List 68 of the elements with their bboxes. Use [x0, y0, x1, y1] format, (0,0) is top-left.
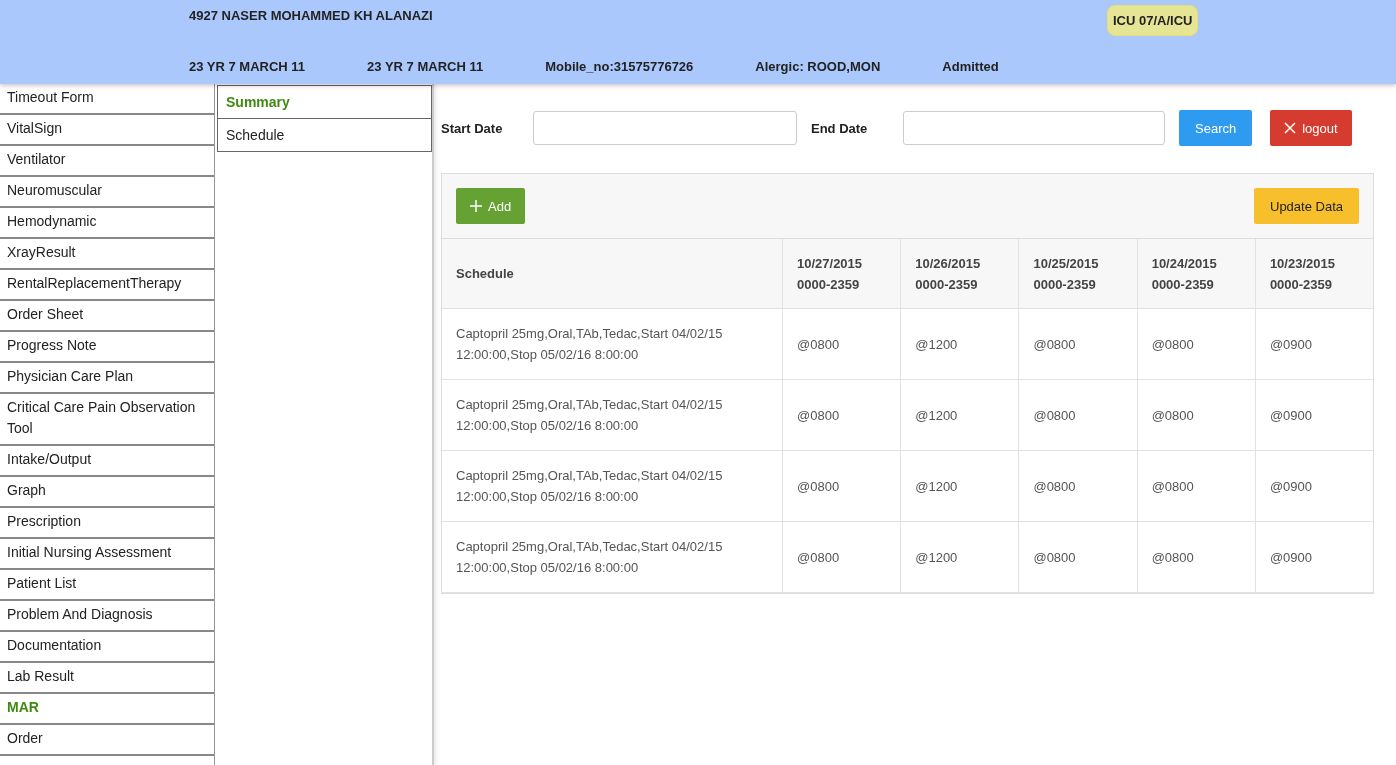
table-cell: @0800 — [1018, 308, 1138, 380]
close-icon — [1284, 122, 1297, 134]
column-header: Schedule — [442, 239, 783, 309]
table-cell: @0800 — [782, 308, 901, 380]
table-cell: @0800 — [1137, 379, 1256, 451]
column-header: 10/27/2015 0000-2359 — [782, 239, 901, 309]
end-date-field[interactable] — [903, 111, 1165, 145]
sidebar-item[interactable]: Progress Note — [0, 332, 214, 363]
table-cell: @1200 — [900, 308, 1019, 380]
table-cell: @0800 — [1018, 379, 1138, 451]
table-cell: @0900 — [1255, 450, 1373, 522]
table-cell: @0800 — [782, 521, 901, 593]
start-date-label: Start Date — [441, 120, 504, 136]
patient-detail: 23 YR 7 MARCH 11 — [189, 59, 306, 74]
sidebar-item[interactable]: Graph — [0, 477, 214, 508]
location-badge: ICU 07/A/ICU — [1107, 5, 1199, 36]
table-cell: @1200 — [900, 450, 1019, 522]
table-cell: @0800 — [1137, 308, 1256, 380]
patient-detail: Mobile_no:31575776726 — [545, 59, 694, 74]
sidebar-item[interactable]: Problem And Diagnosis — [0, 601, 214, 632]
sidebar-item[interactable]: Neuromuscular — [0, 177, 214, 208]
sidebar-item[interactable]: Hemodynamic — [0, 208, 214, 239]
sidebar-item[interactable]: MAR — [0, 694, 214, 725]
column-header: 10/25/2015 0000-2359 — [1018, 239, 1138, 309]
sidebar-item[interactable]: Physician Care Plan — [0, 363, 214, 394]
patient-detail: Alergic: ROOD,MON — [755, 59, 881, 74]
table-cell: @0900 — [1255, 308, 1373, 380]
sidebar-item[interactable]: Prescription — [0, 508, 214, 539]
sidebar-item[interactable]: Timeout Form — [0, 84, 214, 115]
sidebar-item[interactable]: Order — [0, 725, 214, 756]
table-cell: @0800 — [782, 379, 901, 451]
table-cell: @0800 — [1137, 521, 1256, 593]
table-cell: Captopril 25mg,Oral,TAb,Tedac,Start 04/02/15 12:00:00,Stop 05/02/16 8:00:00 — [442, 379, 783, 451]
logout-button[interactable]: logout — [1270, 110, 1352, 146]
patient-detail: Admitted — [942, 59, 999, 74]
sidebar-item[interactable]: VitalSign — [0, 115, 214, 146]
sidebar-item[interactable]: Lab Result — [0, 663, 214, 694]
plus-icon — [470, 200, 482, 212]
table-cell: @0800 — [1018, 450, 1138, 522]
update-data-button[interactable]: Update Data — [1254, 188, 1359, 224]
column-header: 10/24/2015 0000-2359 — [1137, 239, 1256, 309]
table-cell: Captopril 25mg,Oral,TAb,Tedac,Start 04/02/15 12:00:00,Stop 05/02/16 8:00:00 — [442, 521, 783, 593]
table-cell: @1200 — [900, 521, 1019, 593]
submenu-item[interactable]: Summary — [217, 85, 432, 119]
table-cell: @0900 — [1255, 521, 1373, 593]
sidebar-item[interactable]: Intake/Output — [0, 446, 214, 477]
patient-name: 4927 NASER MOHAMMED KH ALANAZI — [189, 8, 433, 23]
sidebar-item[interactable]: RentalReplacementTherapy — [0, 270, 214, 301]
sidebar-item[interactable]: Ventilator — [0, 146, 214, 177]
table-cell: Captopril 25mg,Oral,TAb,Tedac,Start 04/02/15 12:00:00,Stop 05/02/16 8:00:00 — [442, 450, 783, 522]
sidebar-item[interactable]: Initial Nursing Assessment — [0, 539, 214, 570]
sidebar-item[interactable]: Patient List — [0, 570, 214, 601]
table-cell: @0800 — [1137, 450, 1256, 522]
sidebar-item[interactable]: Order Sheet — [0, 301, 214, 332]
submenu-item[interactable]: Schedule — [217, 119, 432, 152]
table-cell: @0800 — [782, 450, 901, 522]
column-header: 10/23/2015 0000-2359 — [1255, 239, 1373, 309]
end-date-label: End Date — [811, 120, 869, 136]
table-cell: @1200 — [900, 379, 1019, 451]
table-cell: Captopril 25mg,Oral,TAb,Tedac,Start 04/02/15 12:00:00,Stop 05/02/16 8:00:00 — [442, 308, 783, 380]
start-date-field[interactable] — [533, 111, 797, 145]
sidebar-item[interactable]: Documentation — [0, 632, 214, 663]
table-cell: @0800 — [1018, 521, 1138, 593]
patient-detail: 23 YR 7 MARCH 11 — [367, 59, 484, 74]
sidebar-item[interactable]: Critical Care Pain Observation Tool — [0, 394, 214, 446]
table-cell: @0900 — [1255, 379, 1373, 451]
column-header: 10/26/2015 0000-2359 — [900, 239, 1019, 309]
sidebar-item[interactable]: XrayResult — [0, 239, 214, 270]
